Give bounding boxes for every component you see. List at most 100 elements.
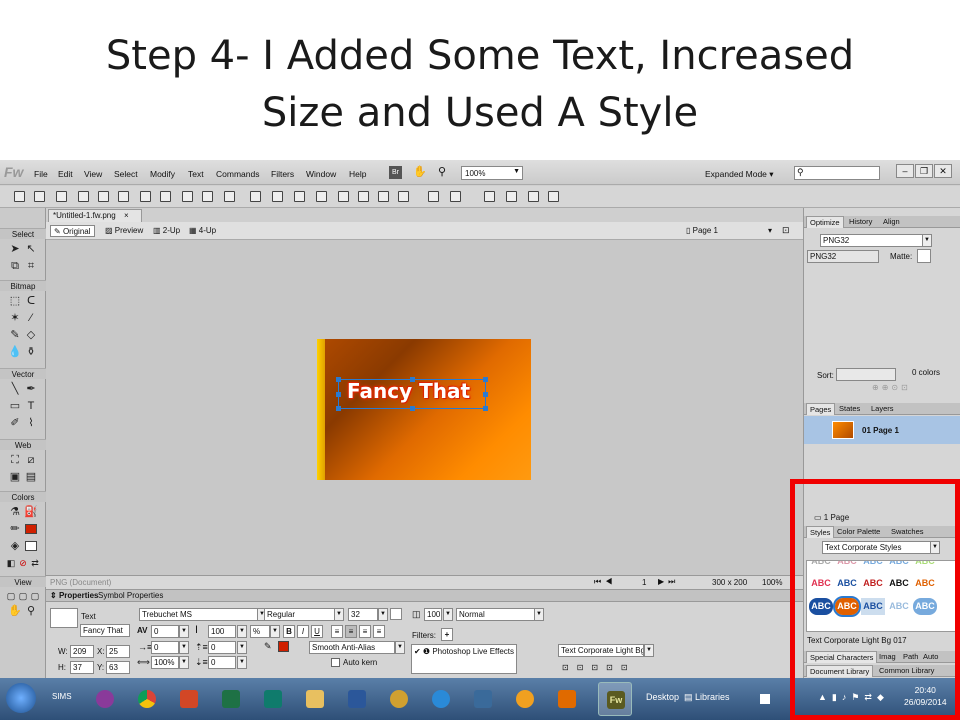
- stroke-color-swatch[interactable]: [25, 524, 37, 534]
- tracking-field[interactable]: 0: [151, 625, 179, 638]
- copy-icon[interactable]: [202, 191, 213, 202]
- taskbar-powerpoint[interactable]: [172, 682, 206, 716]
- selection-handle[interactable]: [336, 406, 341, 411]
- stroke-color-icon[interactable]: ✏: [8, 522, 22, 536]
- blend-mode-select[interactable]: Normal: [456, 608, 544, 621]
- taskbar-app[interactable]: [382, 682, 416, 716]
- opacity-field[interactable]: 100: [424, 608, 442, 621]
- show-slices-icon[interactable]: ▤: [24, 470, 38, 484]
- selection-box[interactable]: [336, 377, 488, 411]
- text-tool-icon[interactable]: T: [24, 399, 38, 413]
- bring-front-icon[interactable]: [338, 191, 349, 202]
- font-style-select[interactable]: Regular: [264, 608, 336, 621]
- chevron-down-icon[interactable]: ▼: [395, 641, 405, 654]
- export-format-preset[interactable]: PNG32: [820, 234, 932, 247]
- selection-handle[interactable]: [483, 377, 488, 382]
- freeform-tool-icon[interactable]: ✐: [8, 416, 22, 430]
- tab-layers[interactable]: Layers: [868, 404, 897, 413]
- restore-button[interactable]: ❐: [915, 164, 933, 178]
- hand-tool-icon[interactable]: ✋: [8, 604, 22, 618]
- tray-icon[interactable]: [760, 694, 770, 704]
- taskbar-app[interactable]: [466, 682, 500, 716]
- taskbar-chrome[interactable]: [130, 682, 164, 716]
- magic-wand-icon[interactable]: ✶: [8, 311, 22, 325]
- scale-tool-icon[interactable]: ⧉: [8, 259, 22, 273]
- menu-view[interactable]: View: [84, 169, 102, 179]
- status-zoom[interactable]: 100%: [762, 578, 782, 587]
- text-color-swatch[interactable]: [390, 608, 402, 620]
- start-button[interactable]: [6, 683, 36, 713]
- selection-handle[interactable]: [483, 406, 488, 411]
- font-size-field[interactable]: 32: [348, 608, 378, 621]
- knife-tool-icon[interactable]: ⌇: [24, 416, 38, 430]
- underline-button[interactable]: U: [311, 625, 323, 638]
- matte-swatch[interactable]: [917, 249, 931, 263]
- selection-handle[interactable]: [336, 377, 341, 382]
- slice-tool-icon[interactable]: ⧄: [24, 453, 38, 467]
- taskbar-ie[interactable]: [424, 682, 458, 716]
- menu-text[interactable]: Text: [188, 169, 204, 179]
- stamp-tool-icon[interactable]: ⚱: [24, 345, 38, 359]
- sort-select[interactable]: [836, 368, 896, 381]
- live-effect-item[interactable]: ✔ ❶ Photoshop Live Effects: [414, 647, 514, 656]
- chevron-down-icon[interactable]: ▼: [179, 641, 189, 654]
- stroke-swatch[interactable]: [278, 641, 289, 652]
- page-list-item[interactable]: 01 Page 1: [804, 416, 960, 444]
- taskbar-publisher[interactable]: [256, 682, 290, 716]
- align-center-icon[interactable]: ≡: [345, 625, 357, 638]
- swap-colors-icon[interactable]: ⇄: [28, 556, 42, 570]
- chevron-down-icon[interactable]: ▼: [179, 625, 189, 638]
- space-after-field[interactable]: 0: [208, 656, 236, 669]
- taskbar-word[interactable]: [340, 682, 374, 716]
- sims-app[interactable]: SIMS: [52, 692, 72, 701]
- libraries-toolbar[interactable]: ▤ Libraries: [684, 692, 730, 703]
- tab-states[interactable]: States: [836, 404, 863, 413]
- frame-controls[interactable]: ⏮◀: [594, 577, 616, 587]
- new-icon[interactable]: [14, 191, 25, 202]
- menu-modify[interactable]: Modify: [150, 169, 175, 179]
- italic-button[interactable]: I: [297, 625, 309, 638]
- menu-window[interactable]: Window: [306, 169, 336, 179]
- height-field[interactable]: 37: [70, 661, 94, 674]
- frame-controls-next[interactable]: ▶⏭: [658, 577, 679, 587]
- width-field[interactable]: 209: [70, 645, 94, 658]
- cut-icon[interactable]: [182, 191, 193, 202]
- zoom-tool-icon[interactable]: ⚲: [24, 604, 38, 618]
- chevron-down-icon[interactable]: ▼: [179, 656, 189, 669]
- pen-tool-icon[interactable]: ✒: [24, 382, 38, 396]
- flip-horizontal-icon[interactable]: [528, 191, 539, 202]
- object-name-field[interactable]: Fancy That: [80, 624, 130, 637]
- leading-field[interactable]: 100: [208, 625, 236, 638]
- pencil-tool-icon[interactable]: ✎: [8, 328, 22, 342]
- tab-align[interactable]: Align: [880, 217, 903, 226]
- align-icon[interactable]: [428, 191, 439, 202]
- search-input[interactable]: ⚲: [794, 166, 880, 180]
- menu-help[interactable]: Help: [349, 169, 366, 179]
- tab-2up[interactable]: ▥ 2-Up: [150, 225, 183, 237]
- zoom-icon[interactable]: ⚲: [438, 165, 446, 178]
- paste-icon[interactable]: [224, 191, 235, 202]
- selection-handle[interactable]: [483, 392, 488, 397]
- style-select[interactable]: Text Corporate Light Bg: [558, 644, 644, 657]
- taskbar-excel[interactable]: [214, 682, 248, 716]
- tab-optimize[interactable]: Optimize: [806, 216, 844, 228]
- menu-select[interactable]: Select: [114, 169, 138, 179]
- close-icon[interactable]: ×: [124, 211, 129, 220]
- send-back-icon[interactable]: [398, 191, 409, 202]
- document-tab[interactable]: *Untitled-1.fw.png ×: [48, 209, 142, 222]
- undo-icon[interactable]: [140, 191, 151, 202]
- autokern-checkbox[interactable]: [331, 658, 340, 667]
- rotate-right-icon[interactable]: [506, 191, 517, 202]
- chevron-down-icon[interactable]: ▼: [644, 644, 654, 657]
- selection-handle[interactable]: [336, 392, 341, 397]
- bring-forward-icon[interactable]: [358, 191, 369, 202]
- workspace-switcher[interactable]: Expanded Mode ▾: [705, 169, 774, 180]
- blur-tool-icon[interactable]: 💧: [8, 345, 22, 359]
- y-field[interactable]: 63: [106, 661, 130, 674]
- taskbar-app[interactable]: [88, 682, 122, 716]
- chevron-down-icon[interactable]: ▼: [237, 625, 247, 638]
- leading-unit-select[interactable]: %: [250, 625, 270, 638]
- lasso-tool-icon[interactable]: ᑕ: [24, 294, 38, 308]
- chevron-down-icon[interactable]: ▼: [534, 608, 544, 621]
- chevron-down-icon[interactable]: ▼: [334, 608, 344, 621]
